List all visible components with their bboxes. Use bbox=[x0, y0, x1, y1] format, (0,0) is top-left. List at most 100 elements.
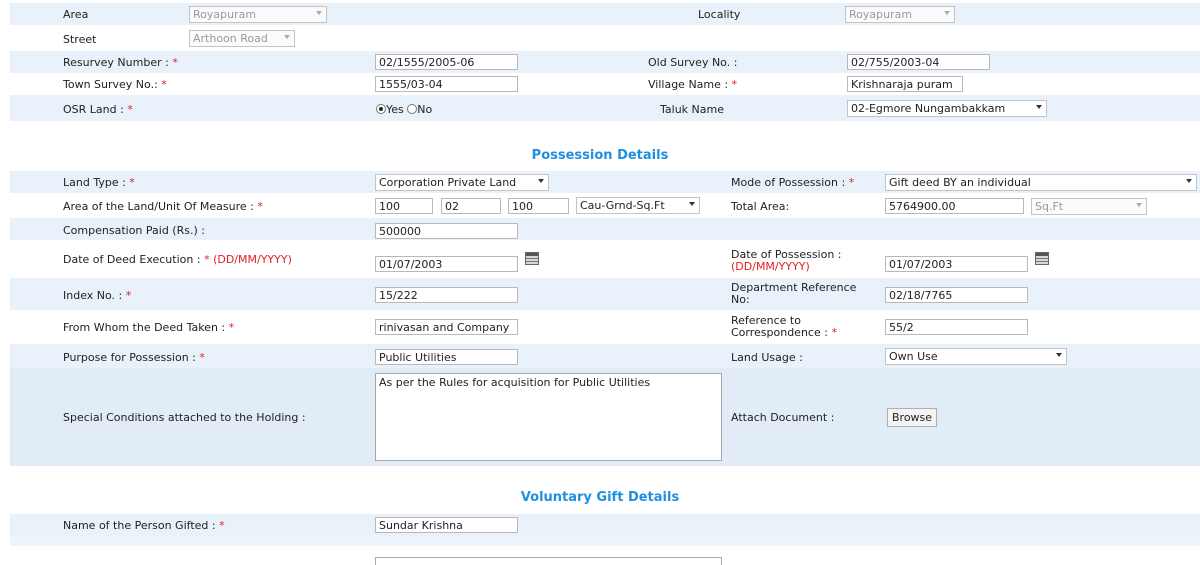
purpose-label: Purpose for Possession : * bbox=[63, 351, 205, 364]
street-label: Street bbox=[63, 33, 97, 46]
total-area-unit-select[interactable]: Sq.Ft bbox=[1031, 198, 1147, 215]
browse-button[interactable]: Browse bbox=[887, 408, 938, 427]
required-mark: * bbox=[228, 321, 235, 334]
land-type-select[interactable]: Corporation Private Land bbox=[375, 174, 549, 191]
required-mark: * bbox=[204, 253, 210, 266]
land-usage-label: Land Usage : bbox=[731, 351, 803, 364]
required-mark: * bbox=[848, 176, 855, 189]
special-conditions-label: Special Conditions attached to the Holdi… bbox=[63, 411, 306, 424]
osr-label-text: OSR Land : bbox=[63, 103, 124, 116]
town-survey-field[interactable]: 1555/03-04 bbox=[375, 76, 518, 92]
calendar-icon[interactable] bbox=[525, 252, 539, 265]
mode-of-possession-label-text: Mode of Possession : bbox=[731, 176, 846, 189]
street-select[interactable]: Arthoon Road bbox=[189, 30, 295, 47]
locality-select[interactable]: Royapuram bbox=[845, 6, 955, 23]
purpose-field[interactable]: Public Utilities bbox=[375, 349, 518, 365]
old-survey-label: Old Survey No. : bbox=[648, 56, 738, 69]
osr-no-radio[interactable] bbox=[407, 104, 418, 114]
locality-select-value: Royapuram bbox=[849, 8, 913, 21]
total-area-unit-value: Sq.Ft bbox=[1035, 200, 1064, 213]
reference-correspondence-label-2: Correspondence : bbox=[731, 326, 828, 339]
land-usage-select[interactable]: Own Use bbox=[885, 348, 1067, 365]
deed-execution-label: Date of Deed Execution : * (DD/MM/YYYY) bbox=[63, 253, 292, 266]
taluk-select-value: 02-Egmore Nungambakkam bbox=[851, 102, 1006, 115]
person-gifted-label: Name of the Person Gifted : * bbox=[63, 519, 225, 532]
chevron-down-icon bbox=[1056, 353, 1062, 357]
dept-reference-label-1: Department Reference bbox=[731, 281, 857, 294]
chevron-down-icon bbox=[284, 35, 290, 39]
town-survey-label-text: Town Survey No.: bbox=[63, 78, 158, 91]
street-select-value: Arthoon Road bbox=[193, 32, 268, 45]
possession-date-label: Date of Possession : (DD/MM/YYYY) bbox=[731, 249, 842, 273]
required-mark: * bbox=[731, 78, 738, 91]
area-field-3[interactable]: 100 bbox=[508, 198, 569, 214]
from-whom-label-text: From Whom the Deed Taken : bbox=[63, 321, 226, 334]
required-mark: * bbox=[257, 200, 263, 213]
row-resurvey bbox=[10, 51, 1200, 73]
area-select[interactable]: Royapuram bbox=[189, 6, 327, 23]
dept-reference-label-2: No: bbox=[731, 293, 750, 306]
required-mark: * bbox=[219, 519, 225, 532]
osr-no-label: No bbox=[417, 103, 433, 116]
chevron-down-icon bbox=[538, 179, 544, 183]
resurvey-label-text: Resurvey Number : bbox=[63, 56, 169, 69]
possession-date-format: (DD/MM/YYYY) bbox=[731, 260, 810, 273]
chevron-down-icon bbox=[689, 202, 695, 206]
mode-of-possession-select[interactable]: Gift deed BY an individual bbox=[885, 174, 1197, 191]
from-whom-label: From Whom the Deed Taken : * bbox=[63, 321, 234, 334]
required-mark: * bbox=[127, 103, 133, 116]
possession-date-field[interactable]: 01/07/2003 bbox=[885, 256, 1028, 272]
area-of-land-label: Area of the Land/Unit Of Measure : * bbox=[63, 200, 263, 213]
required-mark: * bbox=[161, 78, 167, 91]
reference-correspondence-label: Reference to Correspondence : * bbox=[731, 315, 837, 339]
area-select-value: Royapuram bbox=[193, 8, 257, 21]
old-survey-field[interactable]: 02/755/2003-04 bbox=[847, 54, 990, 70]
area-unit-select-value: Cau-Grnd-Sq.Ft bbox=[580, 199, 665, 212]
reference-correspondence-field[interactable]: 55/2 bbox=[885, 319, 1028, 335]
required-mark: * bbox=[125, 289, 132, 302]
village-label: Village Name : * bbox=[648, 78, 737, 91]
possession-section-title: Possession Details bbox=[531, 148, 669, 163]
land-type-label: Land Type : * bbox=[63, 176, 135, 189]
dept-reference-label: Department Reference No: bbox=[731, 282, 856, 306]
area-field-2[interactable]: 02 bbox=[441, 198, 501, 214]
chevron-down-icon bbox=[1186, 179, 1192, 183]
index-field[interactable]: 15/222 bbox=[375, 287, 518, 303]
taluk-select[interactable]: 02-Egmore Nungambakkam bbox=[847, 100, 1047, 117]
gift-section-title: Voluntary Gift Details bbox=[520, 490, 680, 505]
total-area-label: Total Area: bbox=[731, 200, 790, 213]
required-mark: * bbox=[831, 326, 837, 339]
area-unit-select[interactable]: Cau-Grnd-Sq.Ft bbox=[576, 197, 700, 214]
village-name-field[interactable]: Krishnaraja puram bbox=[847, 76, 963, 92]
row-town-survey bbox=[10, 73, 1200, 95]
osr-label: OSR Land : * bbox=[63, 103, 133, 116]
from-whom-field[interactable]: rinivasan and Company bbox=[375, 319, 518, 335]
deed-execution-date-field[interactable]: 01/07/2003 bbox=[375, 256, 518, 272]
town-survey-label: Town Survey No.: * bbox=[63, 78, 167, 91]
mode-of-possession-label: Mode of Possession : * bbox=[731, 176, 854, 189]
village-label-text: Village Name : bbox=[648, 78, 729, 91]
osr-yes-radio[interactable] bbox=[376, 104, 386, 114]
osr-yes-label: Yes bbox=[386, 103, 404, 116]
required-mark: * bbox=[199, 351, 205, 364]
chevron-down-icon bbox=[944, 11, 950, 15]
person-gifted-label-text: Name of the Person Gifted : bbox=[63, 519, 216, 532]
locality-label: Locality bbox=[698, 8, 741, 21]
index-label-text: Index No. : bbox=[63, 289, 123, 302]
total-area-field[interactable]: 5764900.00 bbox=[885, 198, 1024, 214]
special-conditions-textarea[interactable]: As per the Rules for acquisition for Pub… bbox=[375, 373, 722, 461]
dept-reference-field[interactable]: 02/18/7765 bbox=[885, 287, 1028, 303]
gift-remarks-textarea[interactable] bbox=[375, 557, 722, 565]
resurvey-label: Resurvey Number : * bbox=[63, 56, 178, 69]
area-field-1[interactable]: 100 bbox=[375, 198, 433, 214]
compensation-field[interactable]: 500000 bbox=[375, 223, 518, 239]
row-gift-empty bbox=[10, 536, 1200, 546]
person-gifted-field[interactable]: Sundar Krishna bbox=[375, 517, 518, 533]
deed-execution-format: (DD/MM/YYYY) bbox=[213, 253, 292, 266]
calendar-icon[interactable] bbox=[1035, 252, 1049, 265]
compensation-label: Compensation Paid (Rs.) : bbox=[63, 224, 205, 237]
required-mark: * bbox=[172, 56, 178, 69]
taluk-label: Taluk Name bbox=[660, 103, 724, 116]
resurvey-number-field[interactable]: 02/1555/2005-06 bbox=[375, 54, 518, 70]
osr-radio-group: Yes No bbox=[376, 103, 432, 116]
